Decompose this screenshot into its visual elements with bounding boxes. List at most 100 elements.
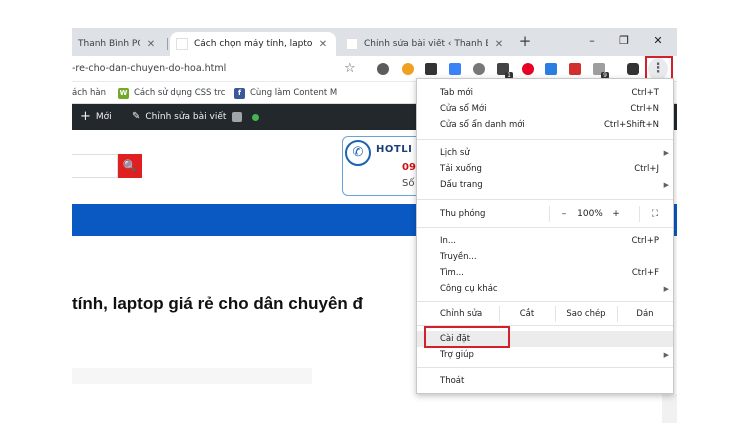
menu-item-exit[interactable]: Thoát (417, 373, 673, 389)
menu-label: Tab mới (440, 88, 473, 98)
new-tab-button[interactable]: + (517, 33, 533, 49)
new-post-button[interactable]: + Mới (80, 104, 112, 130)
menu-separator (417, 367, 673, 368)
hotline-sub: Số (402, 178, 415, 189)
menu-item-history[interactable]: Lịch sử ▶ (417, 145, 673, 161)
zoom-in-button[interactable]: + (607, 203, 625, 225)
hotline-number: 09 (402, 162, 416, 173)
w-icon: W (118, 87, 129, 99)
menu-item-cast[interactable]: Truyền... (417, 249, 673, 265)
menu-divider (639, 206, 640, 222)
paste-button[interactable]: Dán (619, 303, 671, 325)
menu-label: In... (440, 236, 456, 246)
bookmark-item[interactable]: f Cùng làm Content M (234, 86, 337, 100)
bookmark-label: Cách sử dụng CSS trc (134, 88, 226, 98)
copy-button[interactable]: Sao chép (557, 303, 615, 325)
zoom-out-button[interactable]: – (555, 203, 573, 225)
menu-item-more-tools[interactable]: Công cụ khác ▶ (417, 281, 673, 297)
new-label: Mới (95, 112, 112, 122)
mail-extension-icon[interactable] (425, 63, 437, 75)
menu-label: Công cụ khác (440, 284, 498, 294)
submenu-arrow-icon: ▶ (663, 149, 669, 157)
menu-item-new-tab[interactable]: Tab mới Ctrl+T (417, 85, 673, 101)
tab-thanh-binh-pc[interactable]: Thanh Bình PC — ✕ (72, 32, 164, 56)
tab-separator (167, 38, 168, 50)
search-button[interactable]: 🔍 (118, 154, 142, 178)
menu-shortcut: Ctrl+Shift+N (603, 120, 659, 130)
menu-item-help[interactable]: Trợ giúp ▶ (417, 347, 673, 363)
minimize-button[interactable]: – (580, 32, 604, 50)
menu-label: Tìm... (440, 268, 464, 278)
tab-active-article[interactable]: Cách chọn máy tính, laptop giá ✕ (170, 32, 336, 56)
close-icon[interactable]: ✕ (492, 39, 506, 50)
pinterest-extension-icon[interactable] (522, 63, 534, 75)
hotline-label: HOTLI (376, 144, 413, 155)
favicon-icon (346, 38, 358, 50)
bookmark-item[interactable]: ách hàn (72, 86, 106, 100)
red-extension-icon[interactable] (569, 63, 581, 75)
menu-separator (417, 301, 673, 302)
menu-label: Thu phóng (440, 209, 486, 219)
search-input[interactable] (72, 154, 118, 178)
fullscreen-icon[interactable]: ⛶ (645, 203, 665, 225)
menu-label: Lịch sử (440, 148, 470, 158)
submenu-arrow-icon: ▶ (663, 351, 669, 359)
bookmark-label: Cùng làm Content M (250, 88, 338, 98)
translate-extension-icon[interactable] (545, 63, 557, 75)
gear-extension-icon[interactable] (402, 63, 414, 75)
menu-item-new-window[interactable]: Cửa sổ Mới Ctrl+N (417, 101, 673, 117)
menu-separator (417, 227, 673, 228)
profile-extension-icon[interactable] (627, 63, 639, 75)
menu-label: Tải xuống (440, 164, 482, 174)
bookmark-item[interactable]: W Cách sử dụng CSS trc (118, 86, 225, 100)
menu-shortcut: Ctrl+T (631, 88, 659, 98)
menu-label: Truyền... (440, 252, 477, 262)
menu-separator (417, 139, 673, 140)
menu-divider (555, 306, 556, 322)
menu-label: Dấu trang (440, 180, 483, 190)
cut-button[interactable]: Cắt (501, 303, 553, 325)
yoast-icon[interactable] (232, 104, 244, 130)
menu-label: Cửa sổ ẩn danh mới (440, 120, 525, 130)
close-icon[interactable]: ✕ (316, 39, 330, 50)
tab-label: Chỉnh sửa bài viết ‹ Thanh Bình (364, 39, 488, 49)
edit-label: Chỉnh sửa bài viết (145, 112, 227, 122)
scrollbar[interactable] (662, 394, 677, 423)
menu-shortcut: Ctrl+P (631, 236, 659, 246)
menu-item-downloads[interactable]: Tải xuống Ctrl+J (417, 161, 673, 177)
tab-label: Cách chọn máy tính, laptop giá (194, 39, 312, 49)
plus-icon: + (80, 109, 91, 124)
grey-extension-icon[interactable]: 9 (593, 63, 609, 79)
menu-shortcut: Ctrl+F (631, 268, 659, 278)
close-window-button[interactable]: ✕ (646, 32, 670, 50)
menu-divider (549, 206, 550, 222)
facebook-icon: f (234, 87, 245, 99)
close-icon[interactable]: ✕ (144, 39, 158, 50)
tab-edit-post[interactable]: Chỉnh sửa bài viết ‹ Thanh Bình ✕ (340, 32, 512, 56)
menu-item-incognito[interactable]: Cửa sổ ẩn danh mới Ctrl+Shift+N (417, 117, 673, 133)
browser-window: Thanh Bình PC — ✕ Cách chọn máy tính, la… (72, 28, 677, 423)
menu-separator (417, 199, 673, 200)
tab-label: Thanh Bình PC — (78, 39, 140, 49)
submenu-arrow-icon: ▶ (663, 181, 669, 189)
menu-divider (499, 306, 500, 322)
menu-label: Trợ giúp (440, 350, 474, 360)
menu-item-print[interactable]: In... Ctrl+P (417, 233, 673, 249)
edit-post-button[interactable]: ✎ Chỉnh sửa bài viết (132, 104, 226, 130)
wordpress-extension-icon[interactable] (377, 63, 389, 75)
circle-extension-icon[interactable] (473, 63, 485, 75)
bookmark-star-icon[interactable]: ☆ (344, 60, 356, 78)
menu-zoom-row: Thu phóng – 100% + ⛶ (417, 203, 673, 225)
zoom-value: 100% (577, 209, 603, 219)
menu-item-bookmarks[interactable]: Dấu trang ▶ (417, 177, 673, 193)
submenu-arrow-icon: ▶ (663, 285, 669, 293)
address-bar[interactable]: -re-cho-dan-chuyen-do-hoa.html (72, 60, 226, 78)
menu-label: Chỉnh sửa (440, 309, 483, 319)
favicon-icon (176, 38, 188, 50)
restore-button[interactable]: ❐ (612, 32, 636, 50)
menu-shortcut: Ctrl+N (630, 104, 659, 114)
menu-shortcut: Ctrl+J (634, 164, 659, 174)
menu-item-find[interactable]: Tìm... Ctrl+F (417, 265, 673, 281)
grid-extension-icon[interactable]: 1 (497, 63, 513, 79)
screen-extension-icon[interactable] (449, 63, 461, 75)
